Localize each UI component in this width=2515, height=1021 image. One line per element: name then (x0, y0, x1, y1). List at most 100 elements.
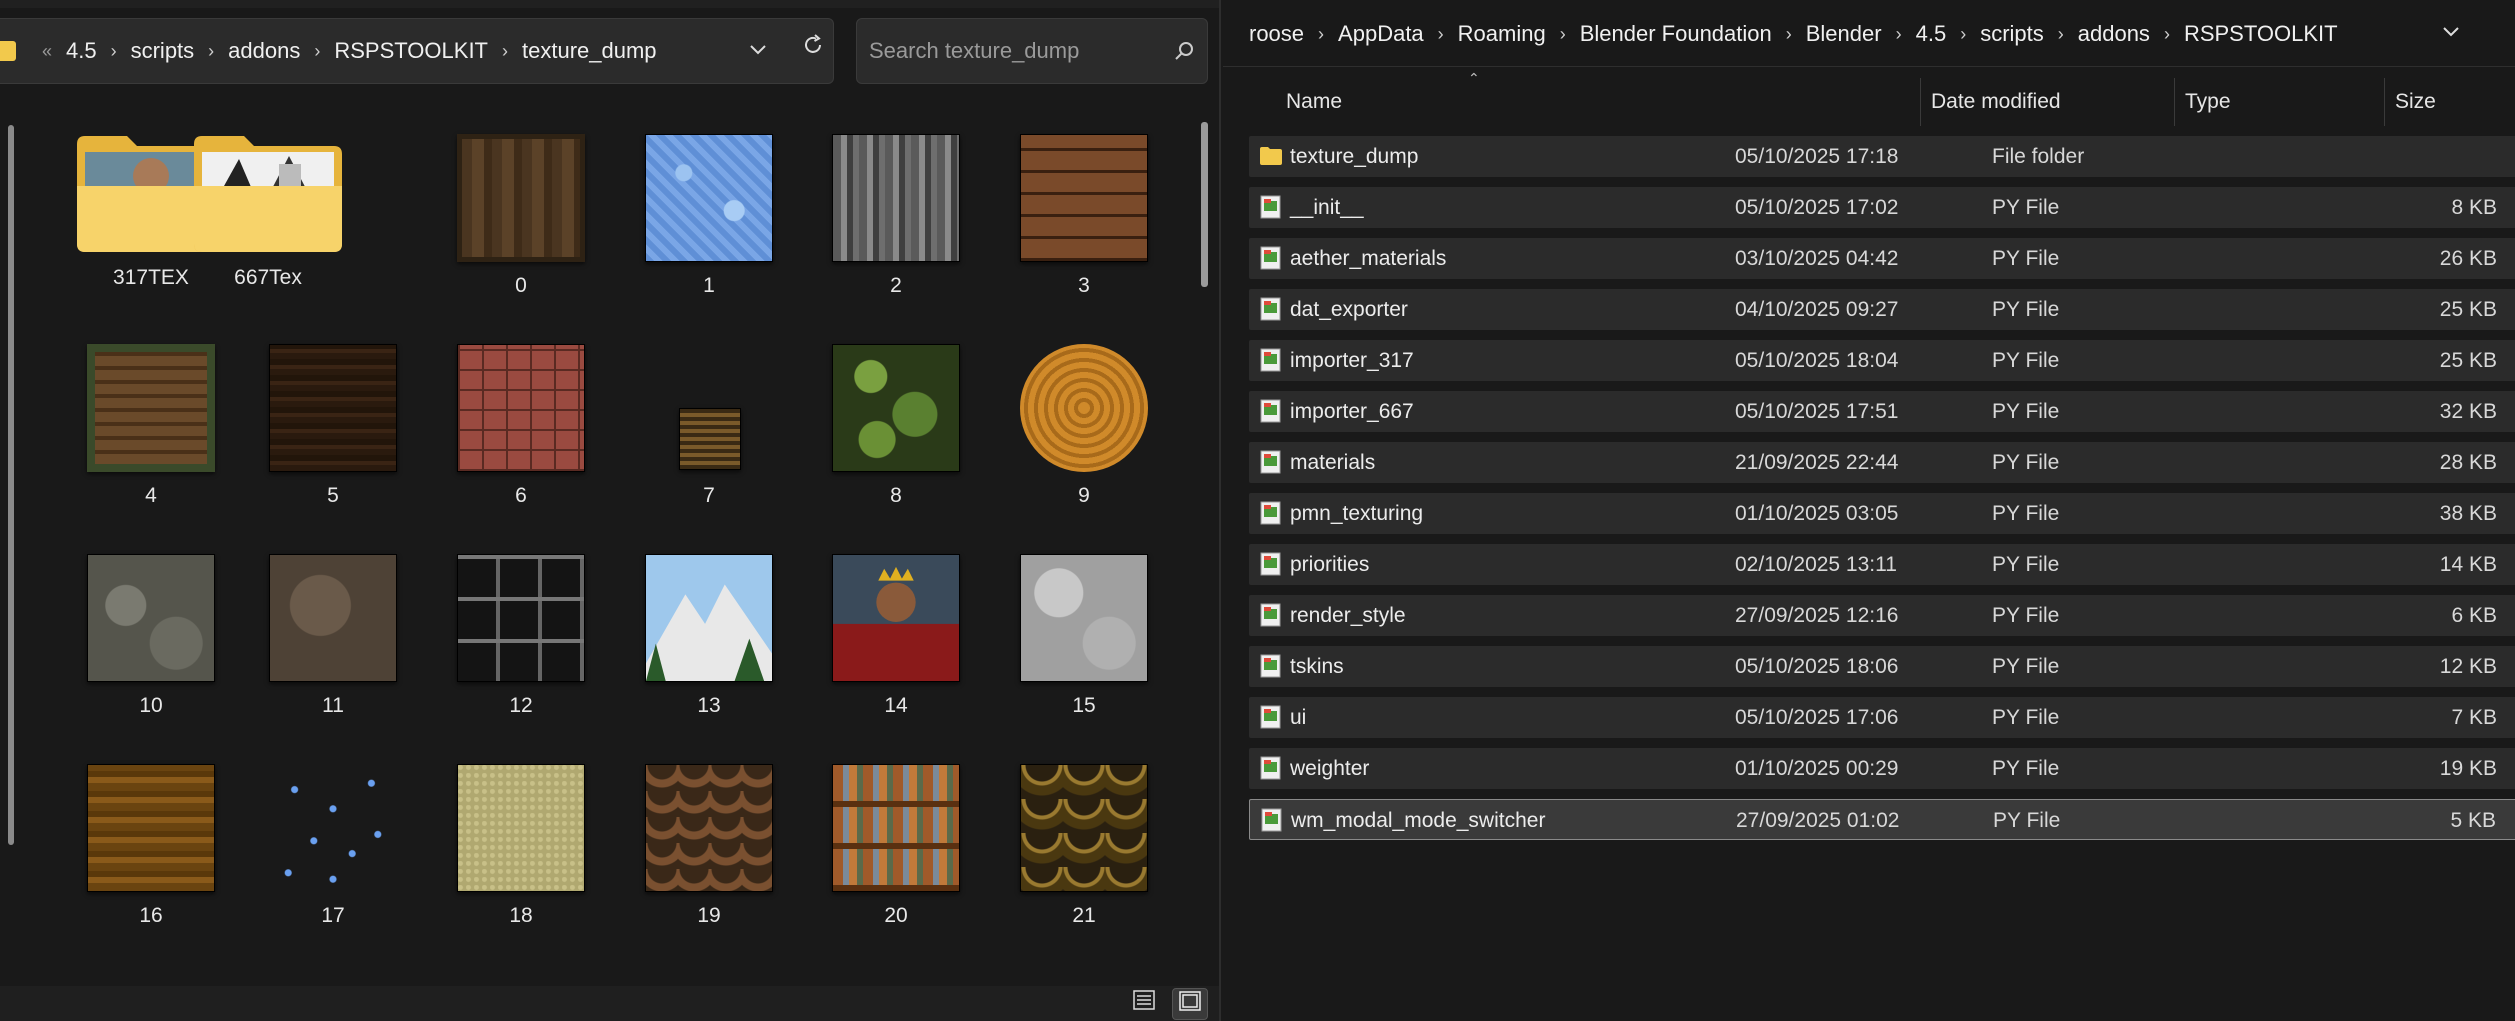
chevron-right-icon[interactable]: › (2052, 24, 2070, 45)
breadcrumb-item-blender[interactable]: Blender (1798, 21, 1890, 47)
thumbnail-grid[interactable]: 317TEX 667Tex 0 1 2 3 4 5 6 7 8 9 10 11 … (0, 104, 1219, 984)
breadcrumb-item-texture-dump[interactable]: texture_dump (514, 38, 665, 64)
column-header-size[interactable]: Size (2385, 78, 2515, 126)
search-box[interactable] (856, 18, 1208, 84)
file-name: tskins (1290, 655, 1344, 678)
file-size: 38 KB (2439, 502, 2497, 525)
file-row[interactable]: render_style 27/09/2025 12:16 PY File 6 KB (1249, 595, 2515, 636)
search-icon[interactable] (1173, 40, 1195, 62)
right-address-bar[interactable]: roose › AppData › Roaming › Blender Foun… (1223, 6, 2515, 62)
texture-tile-18[interactable]: 18 (427, 752, 615, 952)
file-row[interactable]: wm_modal_mode_switcher 27/09/2025 01:02 PY… (1249, 799, 2515, 840)
texture-tile-19[interactable]: 19 (615, 752, 803, 952)
large-icons-view-button[interactable] (1172, 988, 1208, 1020)
left-pane-scrollbar[interactable] (8, 125, 14, 845)
file-row[interactable]: weighter 01/10/2025 00:29 PY File 19 KB (1249, 748, 2515, 789)
details-view-button[interactable] (1126, 988, 1162, 1020)
breadcrumb-overflow-icon[interactable]: « (38, 41, 58, 62)
chevron-right-icon[interactable]: › (2158, 24, 2176, 45)
column-header-date-modified[interactable]: Date modified (1921, 78, 2175, 126)
file-row[interactable]: materials 21/09/2025 22:44 PY File 28 KB (1249, 442, 2515, 483)
breadcrumb-item-4-5[interactable]: 4.5 (58, 38, 105, 64)
texture-tile-15[interactable]: 15 (990, 542, 1178, 742)
file-row[interactable]: tskins 05/10/2025 18:06 PY File 12 KB (1249, 646, 2515, 687)
file-date-modified: 01/10/2025 03:05 (1735, 502, 1899, 525)
folder-tile-667tex[interactable]: 667Tex (174, 114, 362, 314)
breadcrumb-item-scripts[interactable]: scripts (123, 38, 203, 64)
content-vertical-scrollbar-thumb[interactable] (1201, 122, 1208, 287)
tile-label: 10 (139, 694, 163, 717)
texture-tile-0[interactable]: 0 (427, 122, 615, 322)
texture-tile-11[interactable]: 11 (239, 542, 427, 742)
chevron-right-icon[interactable]: › (105, 41, 123, 62)
tile-label: 9 (1078, 484, 1090, 507)
refresh-button[interactable] (795, 28, 831, 68)
file-size: 25 KB (2439, 298, 2497, 321)
file-row[interactable]: pmn_texturing 01/10/2025 03:05 PY File 38 K… (1249, 493, 2515, 534)
texture-tile-13[interactable]: 13 (615, 542, 803, 742)
texture-tile-17[interactable]: 17 (239, 752, 427, 952)
column-header-type[interactable]: Type (2175, 78, 2385, 126)
address-history-dropdown-button[interactable] (2433, 12, 2469, 52)
breadcrumb-item-rspstoolkit[interactable]: RSPSTOOLKIT (326, 38, 496, 64)
file-row[interactable]: importer_317 05/10/2025 18:04 PY File 25 KB (1249, 340, 2515, 381)
file-type: PY File (1992, 451, 2060, 474)
breadcrumb-item-roose[interactable]: roose (1241, 21, 1312, 47)
chevron-right-icon[interactable]: › (1554, 24, 1572, 45)
texture-tile-21[interactable]: 21 (990, 752, 1178, 952)
chevron-right-icon[interactable]: › (308, 41, 326, 62)
chevron-right-icon[interactable]: › (496, 41, 514, 62)
breadcrumb-item-blender-foundation[interactable]: Blender Foundation (1572, 21, 1780, 47)
texture-tile-9[interactable]: 9 (990, 332, 1178, 532)
texture-tile-3[interactable]: 3 (990, 122, 1178, 322)
breadcrumb-item-appdata[interactable]: AppData (1330, 21, 1432, 47)
file-row[interactable]: importer_667 05/10/2025 17:51 PY File 32 KB (1249, 391, 2515, 432)
texture-tile-12[interactable]: 12 (427, 542, 615, 742)
texture-thumbnail (269, 554, 397, 682)
file-row[interactable]: __init__ 05/10/2025 17:02 PY File 8 KB (1249, 187, 2515, 228)
breadcrumb-item-scripts[interactable]: scripts (1972, 21, 2052, 47)
texture-tile-20[interactable]: 20 (802, 752, 990, 952)
tile-label: 15 (1072, 694, 1096, 717)
texture-tile-2[interactable]: 2 (802, 122, 990, 322)
python-file-icon (1261, 808, 1282, 832)
breadcrumb-item-4-5[interactable]: 4.5 (1908, 21, 1955, 47)
search-input[interactable] (869, 38, 1159, 64)
texture-tile-8[interactable]: 8 (802, 332, 990, 532)
texture-tile-1[interactable]: 1 (615, 122, 803, 322)
texture-tile-5[interactable]: 5 (239, 332, 427, 532)
file-row[interactable]: texture_dump 05/10/2025 17:18 File folder (1249, 136, 2515, 177)
divider (1223, 66, 2515, 67)
chevron-right-icon[interactable]: › (1432, 24, 1450, 45)
texture-tile-4[interactable]: 4 (57, 332, 245, 532)
texture-tile-7[interactable]: 7 (615, 332, 803, 532)
texture-tile-10[interactable]: 10 (57, 542, 245, 742)
chevron-right-icon[interactable]: › (1780, 24, 1798, 45)
texture-tile-14[interactable]: 14 (802, 542, 990, 742)
breadcrumb-item-rspstoolkit[interactable]: RSPSTOOLKIT (2176, 21, 2346, 47)
left-address-bar[interactable]: « 4.5 › scripts › addons › RSPSTOOLKIT ›… (0, 18, 834, 84)
python-file-icon (1260, 603, 1281, 627)
tile-label: 1 (703, 274, 715, 297)
chevron-right-icon[interactable]: › (202, 41, 220, 62)
python-file-icon (1260, 348, 1281, 372)
file-row[interactable]: priorities 02/10/2025 13:11 PY File 14 KB (1249, 544, 2515, 585)
texture-tile-6[interactable]: 6 (427, 332, 615, 532)
breadcrumb-item-roaming[interactable]: Roaming (1450, 21, 1554, 47)
tile-label: 21 (1072, 904, 1096, 927)
chevron-right-icon[interactable]: › (1890, 24, 1908, 45)
texture-tile-16[interactable]: 16 (57, 752, 245, 952)
python-file-icon (1260, 246, 1281, 270)
address-history-dropdown-button[interactable] (740, 30, 776, 70)
breadcrumb-item-addons[interactable]: addons (220, 38, 308, 64)
file-row[interactable]: ui 05/10/2025 17:06 PY File 7 KB (1249, 697, 2515, 738)
file-name: pmn_texturing (1290, 502, 1424, 525)
file-row[interactable]: dat_exporter 04/10/2025 09:27 PY File 25 KB (1249, 289, 2515, 330)
breadcrumb-item-addons[interactable]: addons (2070, 21, 2158, 47)
file-type: PY File (1992, 247, 2060, 270)
file-row[interactable]: aether_materials 03/10/2025 04:42 PY File 2… (1249, 238, 2515, 279)
column-header-name[interactable]: Name (1276, 78, 1921, 126)
chevron-right-icon[interactable]: › (1954, 24, 1972, 45)
tile-label: 6 (515, 484, 527, 507)
chevron-right-icon[interactable]: › (1312, 24, 1330, 45)
